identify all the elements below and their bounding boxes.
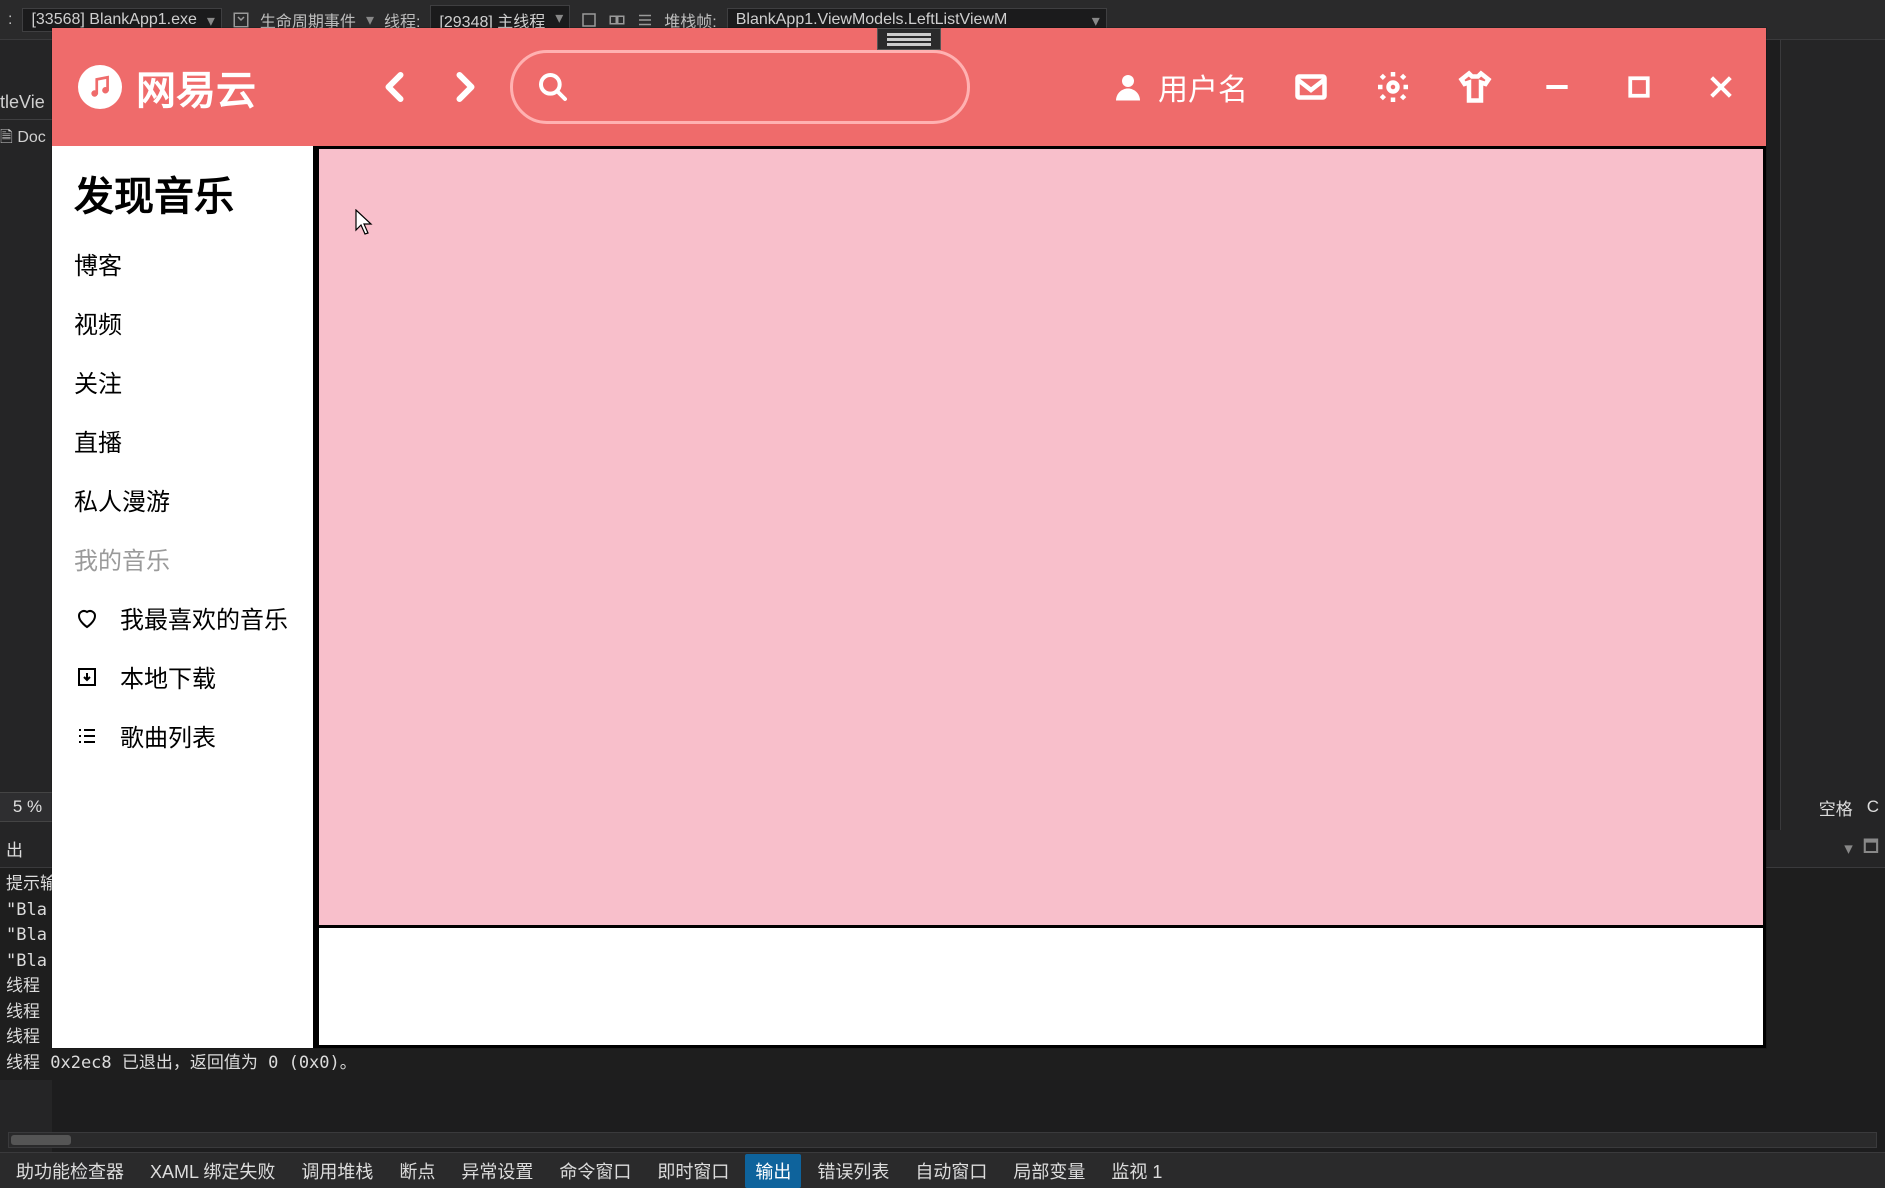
settings-button[interactable] [1374, 68, 1412, 106]
vs-right-tool-strip [1780, 40, 1885, 830]
bottom-tab[interactable]: 监视 1 [1101, 1154, 1172, 1188]
bottom-tab[interactable]: 断点 [389, 1154, 445, 1188]
app-header: 网易云 用户名 [52, 28, 1766, 146]
vs-status-right: 空格 C [1819, 792, 1879, 822]
maximize-icon [1624, 72, 1654, 102]
nav-back-button[interactable] [374, 65, 418, 109]
output-line: 线程 [6, 1002, 40, 1022]
search-input[interactable] [583, 77, 943, 98]
content-footer-panel[interactable] [316, 928, 1766, 1048]
status-encoding[interactable]: C [1867, 797, 1879, 817]
bottom-tab[interactable]: 局部变量 [1003, 1154, 1095, 1188]
sidebar-item-video[interactable]: 视频 [52, 293, 313, 352]
output-tab-title[interactable]: 出 [6, 836, 23, 861]
nav-forward-button[interactable] [442, 65, 486, 109]
vs-doc-icon: 🗎 [0, 129, 13, 146]
status-spaces[interactable]: 空格 [1819, 795, 1853, 820]
output-line: 线程 [6, 1027, 40, 1047]
sidebar-item-label: 歌曲列表 [120, 718, 216, 753]
output-line: "Bla [6, 951, 47, 971]
mail-icon [1293, 69, 1329, 105]
sidebar-item-favorite[interactable]: 我最喜欢的音乐 [52, 588, 313, 647]
vs-doc-row[interactable]: 🗎 Doc [0, 119, 52, 159]
maximize-button[interactable] [1620, 68, 1658, 106]
sidebar-item-download[interactable]: 本地下载 [52, 647, 313, 706]
output-line: "Bla [6, 925, 47, 945]
download-icon [74, 664, 100, 690]
scrollbar-thumb[interactable] [11, 1135, 71, 1145]
music-app-window: 网易云 用户名 [52, 28, 1766, 1048]
thread-flag-icon[interactable] [580, 11, 598, 29]
bottom-tab[interactable]: 调用堆栈 [291, 1154, 383, 1188]
sidebar-item-label: 我最喜欢的音乐 [120, 600, 288, 635]
heart-icon [74, 605, 100, 631]
output-line: "Bla [6, 900, 47, 920]
brand[interactable]: 网易云 [78, 58, 256, 116]
minimize-icon [1541, 71, 1573, 103]
app-body: 发现音乐 博客 视频 关注 直播 私人漫游 我的音乐 我最喜欢的音乐 本地下载 [52, 146, 1766, 1048]
toolbar-colon: : [8, 11, 12, 29]
mail-button[interactable] [1292, 68, 1330, 106]
output-pin-icon[interactable]: 🗖 [1863, 834, 1879, 863]
content-main-panel[interactable] [316, 146, 1766, 928]
thread-group-icon[interactable] [608, 11, 626, 29]
list-icon [74, 723, 100, 749]
bottom-tab[interactable]: 命令窗口 [549, 1154, 641, 1188]
bottom-tab[interactable]: 输出 [745, 1154, 801, 1188]
search-icon [537, 71, 569, 103]
thread-tree-icon[interactable] [636, 11, 654, 29]
theme-button[interactable] [1456, 68, 1494, 106]
brand-text: 网易云 [136, 58, 256, 116]
shirt-icon [1457, 69, 1493, 105]
user-button[interactable]: 用户名 [1110, 65, 1248, 109]
bottom-tab[interactable]: XAML 绑定失败 [140, 1154, 285, 1188]
sidebar-item-blog[interactable]: 博客 [52, 234, 313, 293]
bottom-tab[interactable]: 错误列表 [807, 1154, 899, 1188]
minimize-button[interactable] [1538, 68, 1576, 106]
mouse-cursor-icon [355, 209, 373, 235]
bottom-tab[interactable]: 自动窗口 [905, 1154, 997, 1188]
close-icon [1705, 71, 1737, 103]
sidebar-item-label: 本地下载 [120, 659, 216, 694]
horizontal-scrollbar[interactable] [8, 1132, 1877, 1148]
search-box[interactable] [510, 50, 970, 124]
logo-icon [78, 65, 122, 109]
vs-zoom-indicator[interactable]: 5 % [0, 792, 55, 822]
output-line: 线程 [6, 976, 40, 996]
vs-doc-label: Doc [17, 129, 45, 146]
sidebar-section-mymusic: 我的音乐 [52, 529, 313, 588]
sidebar-item-roam[interactable]: 私人漫游 [52, 470, 313, 529]
sidebar-item-live[interactable]: 直播 [52, 411, 313, 470]
user-label: 用户名 [1158, 65, 1248, 109]
xaml-debug-handle[interactable] [877, 28, 941, 50]
vs-left-tab-fragment: tleVie [0, 40, 52, 119]
user-icon [1110, 69, 1146, 105]
gear-icon [1375, 69, 1411, 105]
sidebar-title[interactable]: 发现音乐 [52, 160, 313, 234]
output-line: 线程 0x2ec8 已退出，返回值为 0 (0x0)。 [6, 1053, 357, 1073]
close-button[interactable] [1702, 68, 1740, 106]
bottom-tab[interactable]: 助功能检查器 [6, 1154, 134, 1188]
lifecycle-icon[interactable] [232, 11, 250, 29]
header-actions: 用户名 [1110, 65, 1740, 109]
content-area [316, 146, 1766, 1048]
bottom-tab[interactable]: 异常设置 [451, 1154, 543, 1188]
sidebar: 发现音乐 博客 视频 关注 直播 私人漫游 我的音乐 我最喜欢的音乐 本地下载 [52, 146, 316, 1048]
output-hint: 提示输 [6, 874, 57, 894]
bottom-tab[interactable]: 即时窗口 [647, 1154, 739, 1188]
sidebar-item-songlist[interactable]: 歌曲列表 [52, 706, 313, 765]
output-dropdown-icon[interactable]: ▾ [1844, 839, 1853, 859]
sidebar-item-follow[interactable]: 关注 [52, 352, 313, 411]
vs-bottom-toolwindow-tabs: 助功能检查器XAML 绑定失败调用堆栈断点异常设置命令窗口即时窗口输出错误列表自… [0, 1152, 1885, 1188]
